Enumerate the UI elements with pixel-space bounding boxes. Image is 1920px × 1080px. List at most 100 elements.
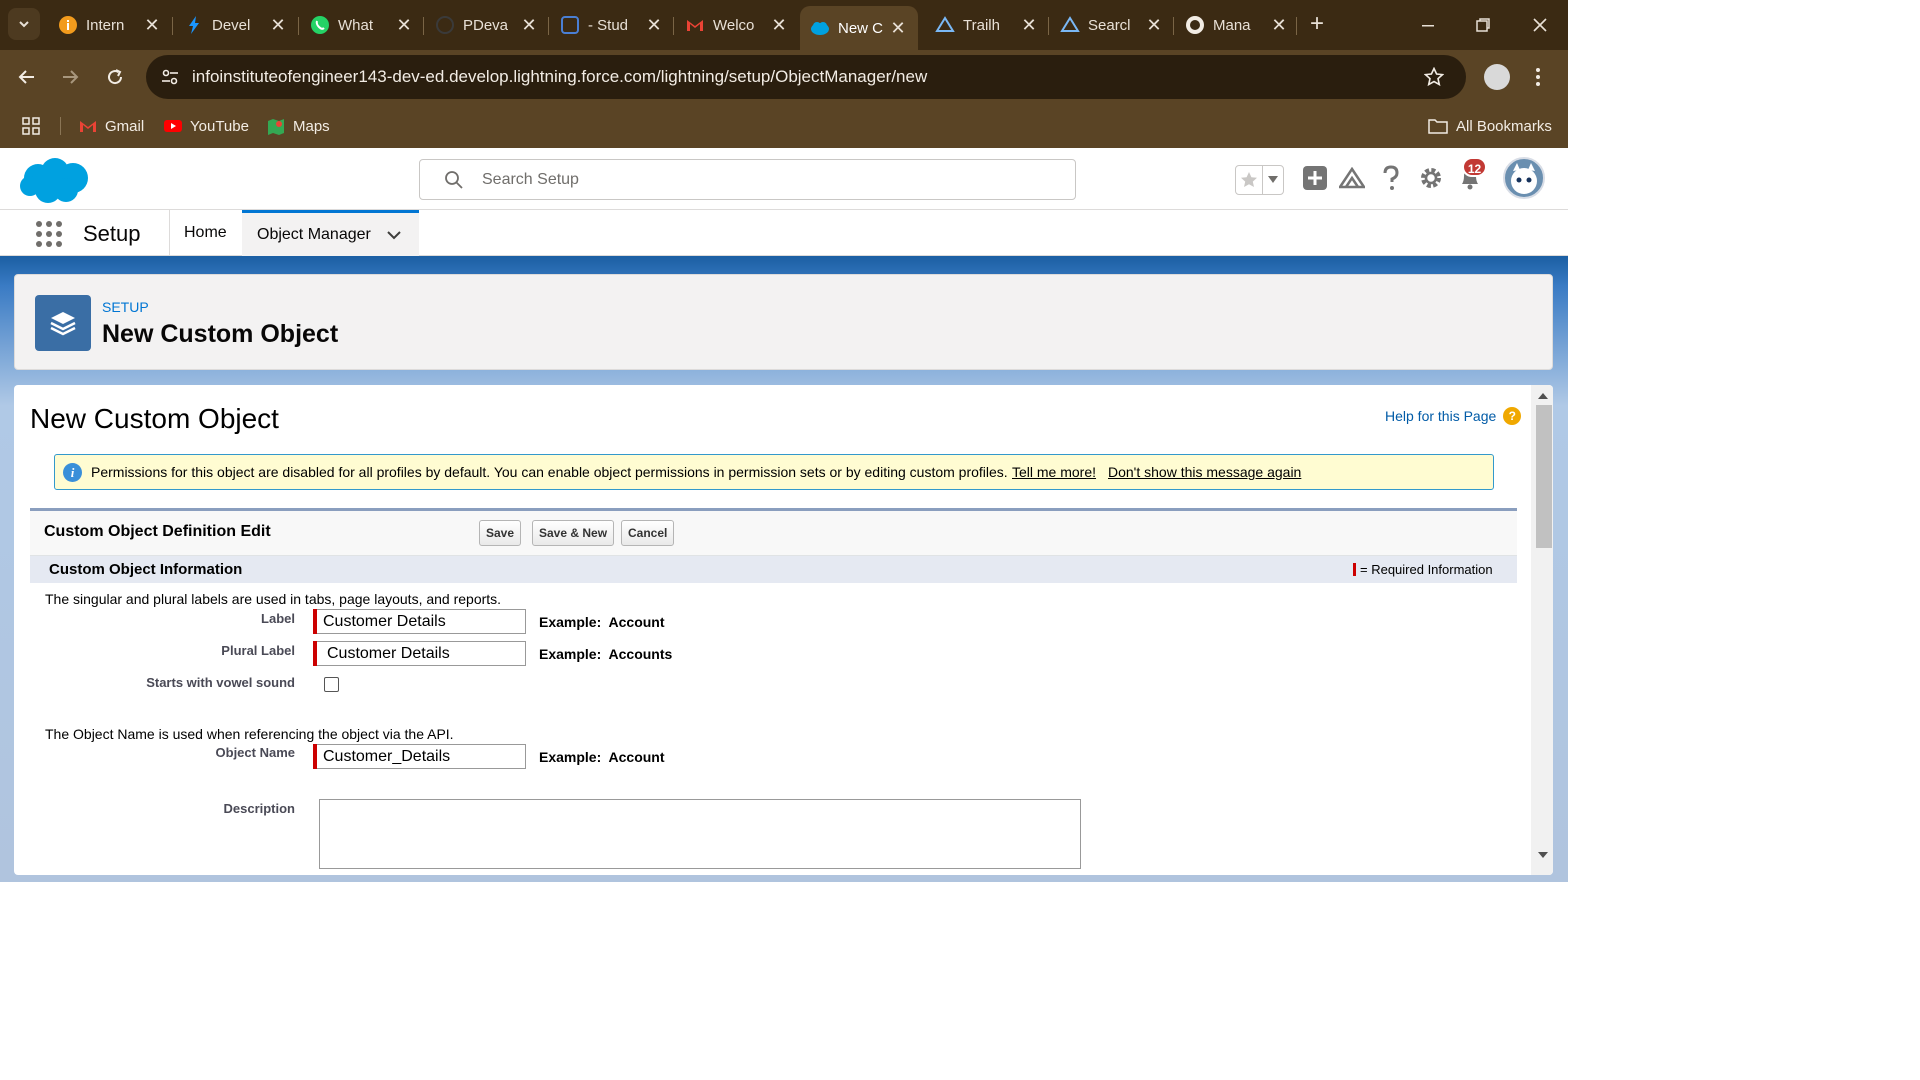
browser-tab[interactable]: PDeva ✕ — [425, 6, 549, 44]
close-tab-icon[interactable]: ✕ — [519, 15, 539, 36]
frame-scrollbar[interactable] — [1531, 385, 1553, 875]
close-tab-icon[interactable]: ✕ — [268, 15, 288, 36]
page-title: New Custom Object — [102, 320, 339, 348]
vowel-sound-checkbox[interactable] — [324, 677, 339, 692]
help-button[interactable] — [1377, 164, 1405, 192]
restore-icon — [1476, 18, 1490, 32]
close-tab-icon[interactable]: ✕ — [394, 15, 414, 36]
browser-tab[interactable]: Trailh ✕ — [925, 6, 1049, 44]
object-name-example: Example: Account — [539, 749, 665, 765]
youtube-icon — [164, 120, 182, 132]
example-value: Account — [608, 614, 665, 630]
address-bar[interactable]: infoinstituteofengineer143-dev-ed.develo… — [146, 55, 1466, 99]
tab-title: Searcl — [1088, 16, 1131, 34]
chevron-down-icon — [1268, 176, 1278, 183]
close-tab-icon[interactable]: ✕ — [769, 15, 789, 36]
bookmark-youtube[interactable]: YouTube — [164, 114, 249, 138]
profile-avatar[interactable] — [1484, 64, 1510, 90]
forward-button[interactable] — [56, 63, 84, 91]
browser-tab-active[interactable]: New C ✕ — [800, 6, 918, 50]
required-legend: = Required Information — [1353, 562, 1493, 577]
browser-tab[interactable]: Searcl ✕ — [1050, 6, 1174, 44]
favorites-group — [1235, 165, 1284, 195]
bookmark-label: Maps — [293, 117, 330, 135]
plural-label-field — [313, 641, 526, 666]
chevron-down-icon[interactable] — [386, 230, 402, 240]
plural-label-example: Example: Accounts — [539, 646, 672, 662]
sf-global-header — [0, 148, 1568, 210]
app-launcher-icon[interactable] — [35, 220, 63, 248]
plural-label-input[interactable] — [317, 641, 526, 666]
close-tab-icon[interactable]: ✕ — [1269, 15, 1289, 36]
global-actions-button[interactable] — [1301, 164, 1329, 192]
favorites-dropdown-button[interactable] — [1263, 166, 1283, 194]
restore-button[interactable] — [1468, 10, 1498, 40]
browser-tab[interactable]: Mana ✕ — [1175, 6, 1299, 44]
minimize-button[interactable] — [1413, 10, 1443, 40]
browser-tab[interactable]: Intern ✕ — [48, 6, 172, 44]
whatsapp-icon — [310, 15, 330, 35]
url-text[interactable]: infoinstituteofengineer143-dev-ed.develo… — [192, 67, 927, 87]
tab-title: Trailh — [963, 16, 1000, 34]
bookmark-label: YouTube — [190, 117, 249, 135]
tab-search-button[interactable] — [8, 8, 40, 40]
back-button[interactable] — [13, 63, 41, 91]
close-tab-icon[interactable]: ✕ — [142, 15, 162, 36]
arrow-right-icon — [63, 70, 79, 84]
cancel-button[interactable]: Cancel — [621, 520, 675, 546]
scroll-down-icon[interactable] — [1536, 848, 1550, 862]
label-input[interactable] — [317, 609, 526, 634]
arrow-left-icon — [18, 70, 34, 84]
block-header: Custom Object Definition Edit Save Save … — [30, 511, 1517, 555]
search-input[interactable] — [482, 169, 1042, 191]
browser-tab[interactable]: Welco ✕ — [675, 6, 799, 44]
new-tab-button[interactable]: + — [1304, 12, 1330, 38]
info-icon: i — [63, 463, 82, 482]
info-circle-icon — [58, 15, 78, 35]
nav-home[interactable]: Home — [184, 210, 227, 256]
required-marker — [1353, 563, 1356, 576]
tell-me-more-link[interactable]: Tell me more! — [1012, 464, 1096, 480]
labels-help-text: The singular and plural labels are used … — [45, 591, 502, 607]
close-tab-icon[interactable]: ✕ — [888, 18, 908, 39]
apps-grid-icon[interactable] — [22, 114, 40, 138]
scroll-up-icon[interactable] — [1536, 388, 1550, 402]
browser-tab[interactable]: What ✕ — [300, 6, 424, 44]
save-and-new-button[interactable]: Save & New — [532, 520, 615, 546]
dont-show-again-link[interactable]: Don't show this message again — [1108, 464, 1301, 480]
star-icon — [1241, 172, 1257, 187]
favorites-star-button[interactable] — [1236, 166, 1263, 194]
reload-button[interactable] — [101, 63, 129, 91]
setup-gear-button[interactable] — [1417, 164, 1445, 192]
bookmark-gmail[interactable]: Gmail — [79, 114, 144, 138]
close-tab-icon[interactable]: ✕ — [1144, 15, 1164, 36]
close-tab-icon[interactable]: ✕ — [1019, 15, 1039, 36]
browser-tab[interactable]: - Stud ✕ — [550, 6, 674, 44]
salesforce-logo[interactable] — [18, 156, 92, 211]
description-textarea[interactable] — [319, 799, 1081, 869]
nav-object-manager[interactable]: Object Manager — [242, 210, 419, 256]
site-settings-icon[interactable] — [158, 65, 182, 89]
maps-icon — [268, 119, 284, 135]
all-bookmarks-button[interactable]: All Bookmarks — [1428, 114, 1552, 138]
browser-tab[interactable]: Devel ✕ — [174, 6, 298, 44]
scroll-thumb[interactable] — [1536, 405, 1552, 548]
trailhead-guide-button[interactable] — [1338, 164, 1366, 192]
save-button[interactable]: Save — [479, 520, 522, 546]
bookmark-star-icon[interactable] — [1422, 65, 1446, 89]
setup-page-header: SETUP New Custom Object — [14, 274, 1553, 370]
close-window-button[interactable] — [1525, 10, 1555, 40]
screen-icon — [560, 15, 580, 35]
close-tab-icon[interactable]: ✕ — [644, 15, 664, 36]
bookmark-maps[interactable]: Maps — [267, 114, 330, 138]
example-prefix: Example: — [539, 614, 602, 630]
setup-search[interactable] — [419, 159, 1076, 200]
plural-label-field-label: Plural Label — [221, 643, 295, 658]
object-name-field — [313, 744, 526, 769]
section-title: Custom Object Information — [49, 561, 243, 578]
object-name-input[interactable] — [317, 744, 526, 769]
help-for-page-link[interactable]: Help for this Page ? — [1385, 407, 1522, 425]
page-eyebrow: SETUP — [102, 299, 149, 315]
chrome-menu-icon[interactable] — [1530, 64, 1546, 90]
user-avatar[interactable] — [1503, 157, 1545, 199]
